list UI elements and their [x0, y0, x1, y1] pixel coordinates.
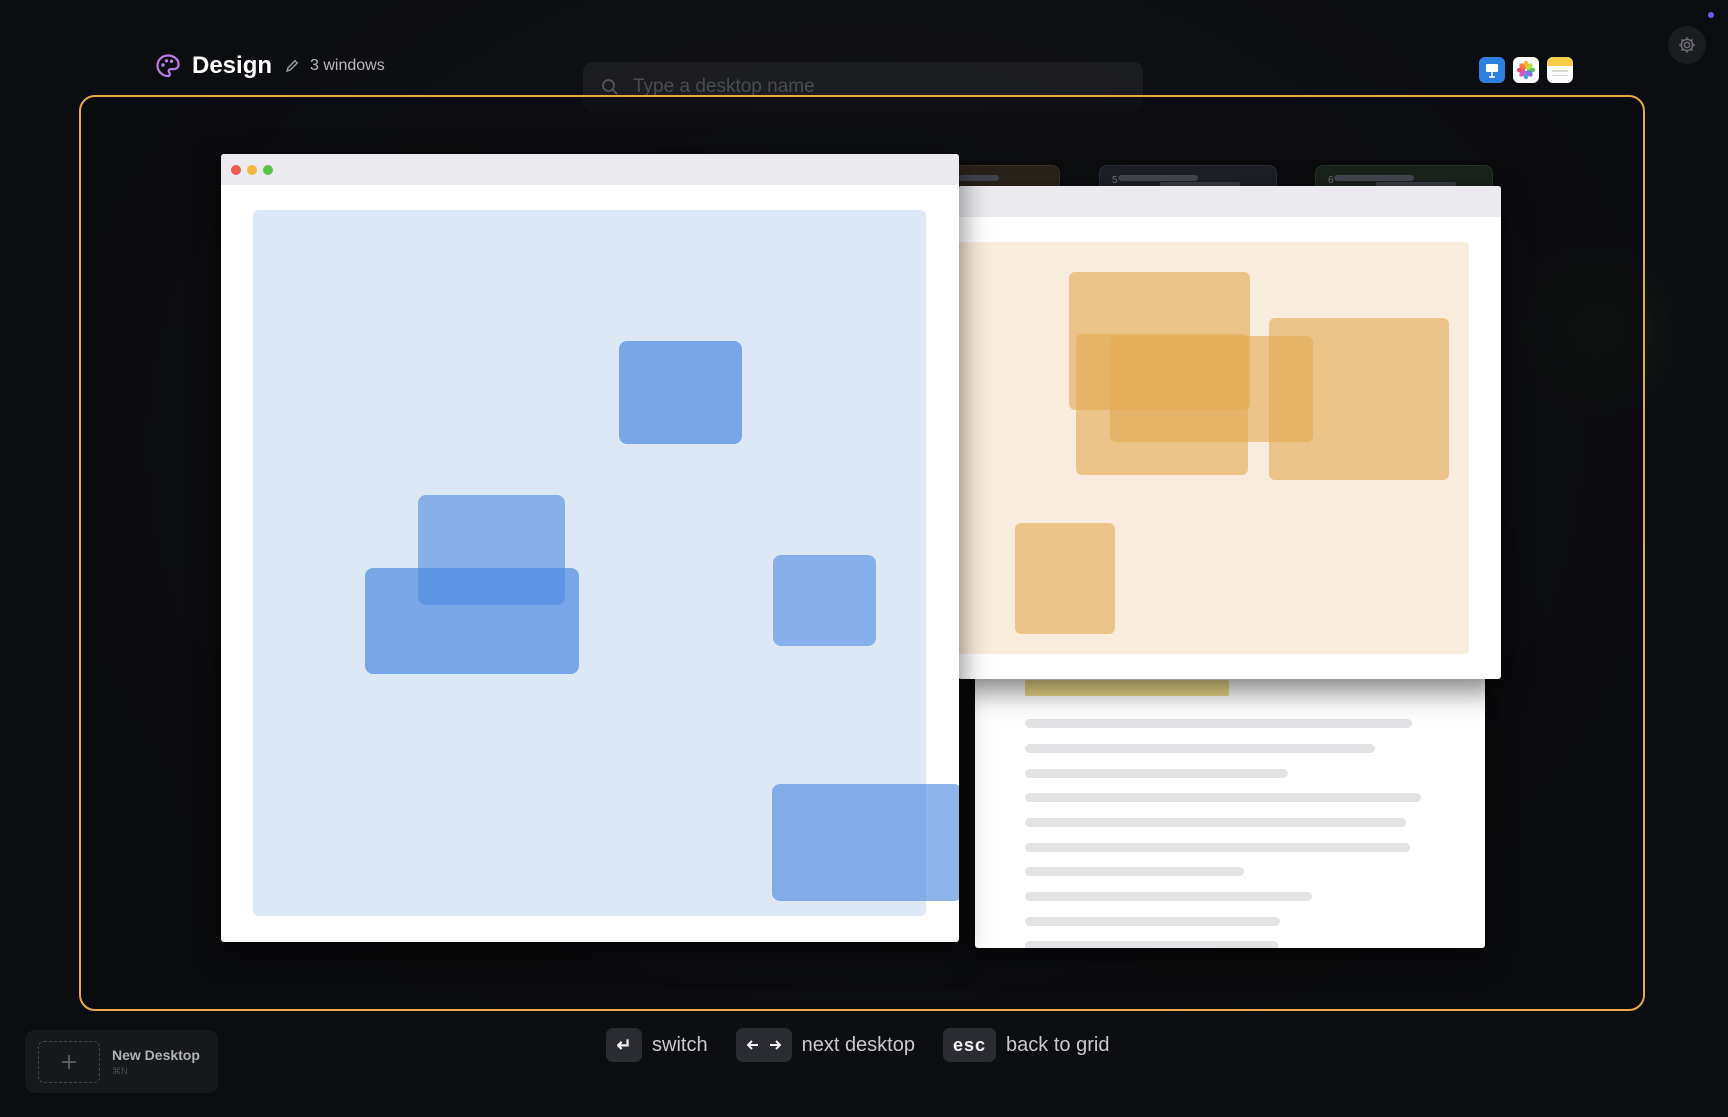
orange-canvas — [958, 242, 1469, 654]
desktop-app-icons — [1479, 57, 1573, 83]
new-desktop-shortcut: ⌘N — [112, 1065, 128, 1076]
text-line — [1025, 719, 1412, 728]
text-line — [1025, 867, 1244, 876]
switch-hint: switch — [652, 1033, 708, 1056]
tab-number: 6 — [1328, 175, 1334, 186]
keynote-icon — [1479, 57, 1505, 83]
photos-icon — [1513, 57, 1539, 83]
canvas-shape — [1269, 318, 1449, 480]
palette-icon — [156, 54, 180, 78]
text-line — [1025, 793, 1421, 802]
window-titlebar — [221, 154, 959, 185]
desktop-header: Design 3 windows — [154, 52, 385, 80]
return-key: ↵ — [606, 1028, 642, 1062]
text-line — [1025, 744, 1375, 753]
text-line — [1025, 941, 1278, 948]
plus-icon — [62, 1054, 76, 1069]
status-dot — [1708, 12, 1714, 18]
pencil-icon[interactable] — [284, 58, 300, 74]
canvas-shape — [773, 555, 876, 646]
search-icon — [602, 79, 618, 95]
text-line — [1025, 917, 1280, 926]
window-count: 3 windows — [310, 57, 385, 74]
document-heading-highlight — [1025, 680, 1229, 696]
canvas-shape — [619, 341, 742, 444]
text-line — [1025, 818, 1406, 827]
arrow-keys — [735, 1028, 792, 1062]
keyboard-hints: ↵ switch next desktop esc back to grid — [606, 1028, 1137, 1062]
close-button[interactable] — [231, 165, 241, 175]
new-desktop-label: New Desktop — [112, 1046, 200, 1063]
desktop-switcher-overlay: Design 3 windows Type a desktop name 5 6… — [0, 0, 1728, 1117]
new-desktop-button[interactable]: New Desktop ⌘N — [25, 1030, 218, 1093]
text-line — [1025, 843, 1410, 852]
orange-canvas-window-preview[interactable] — [958, 186, 1501, 679]
back-to-grid-hint: back to grid — [1006, 1033, 1110, 1056]
blue-canvas-window-preview[interactable] — [221, 154, 959, 942]
canvas-shape — [772, 784, 959, 901]
next-desktop-hint: next desktop — [801, 1033, 915, 1056]
gear-icon — [1679, 37, 1695, 53]
blue-canvas — [253, 210, 959, 916]
text-line — [1025, 892, 1312, 901]
canvas-shape — [1015, 523, 1115, 634]
window-titlebar — [958, 186, 1501, 217]
desktop-title[interactable]: Design — [192, 52, 272, 80]
arrow-right-icon — [769, 1040, 781, 1050]
tab-number: 5 — [1112, 175, 1118, 186]
add-placeholder — [38, 1040, 100, 1083]
esc-key: esc — [943, 1028, 997, 1062]
zoom-button[interactable] — [263, 165, 273, 175]
arrow-left-icon — [746, 1040, 758, 1050]
text-line — [1025, 769, 1288, 778]
settings-button[interactable] — [1668, 26, 1706, 64]
canvas-shape — [365, 568, 579, 674]
minimize-button[interactable] — [247, 165, 257, 175]
notes-icon — [1547, 57, 1573, 83]
